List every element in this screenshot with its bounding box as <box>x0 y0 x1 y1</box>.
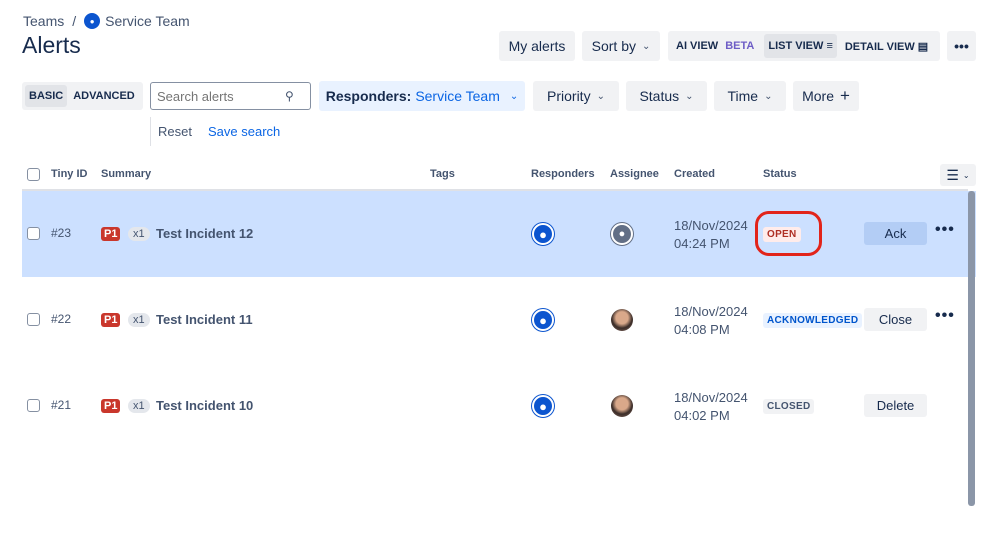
created-time: 04:24 PM <box>674 236 730 251</box>
header-status[interactable]: Status <box>763 168 797 180</box>
header-summary[interactable]: Summary <box>101 168 151 180</box>
header-tiny-id[interactable]: Tiny ID <box>51 168 87 180</box>
alert-title[interactable]: Test Incident 10 <box>156 398 253 413</box>
header-responders[interactable]: Responders <box>531 168 595 180</box>
chevron-down-icon: ⌄ <box>596 90 605 102</box>
tiny-id: #23 <box>51 226 72 240</box>
row-more-icon[interactable]: ••• <box>935 221 955 239</box>
assignee-avatar[interactable]: ● <box>611 223 633 245</box>
assignee-avatar[interactable] <box>611 309 633 331</box>
action-label: Close <box>878 312 913 327</box>
count-badge: x1 <box>128 227 150 241</box>
action-label: Ack <box>884 226 907 241</box>
my-alerts-label: My alerts <box>508 38 566 54</box>
responders-filter[interactable]: Responders: Service Team ⌄ <box>319 81 525 111</box>
scrollbar[interactable] <box>968 191 975 506</box>
basic-tab[interactable]: BASIC <box>25 85 68 107</box>
detail-view-tab[interactable]: DETAIL VIEW ▤ <box>845 40 928 53</box>
assignee-avatar[interactable] <box>611 395 633 417</box>
detail-view-label: DETAIL VIEW <box>844 40 915 53</box>
row-checkbox[interactable] <box>27 227 40 240</box>
ack-button[interactable]: Ack <box>864 222 927 245</box>
created-time: 04:08 PM <box>674 322 730 337</box>
ai-view-tab[interactable]: AI VIEW BETA <box>674 40 756 52</box>
my-alerts-button[interactable]: My alerts <box>499 31 575 61</box>
status-filter[interactable]: Status ⌄ <box>626 81 707 111</box>
search-icon: ⚲ <box>285 89 294 103</box>
column-settings-button[interactable]: ☰ ⌄ <box>940 164 976 186</box>
priority-badge: P1 <box>101 227 121 241</box>
breadcrumb-teams[interactable]: Teams <box>23 13 64 29</box>
search-input-wrapper: ⚲ <box>150 82 311 110</box>
advanced-tab[interactable]: ADVANCED <box>67 85 141 107</box>
beta-badge: BETA <box>725 40 755 52</box>
status-filter-label: Status <box>639 88 680 104</box>
table-row[interactable]: #23 P1 x1 Test Incident 12 ● ● 18/Nov/20… <box>22 191 976 277</box>
alert-title[interactable]: Test Incident 12 <box>156 226 253 241</box>
count-badge: x1 <box>128 399 150 413</box>
divider <box>150 117 151 146</box>
sort-by-label: Sort by <box>591 38 636 54</box>
chevron-down-icon: ⌄ <box>764 90 773 102</box>
time-filter-label: Time <box>727 88 759 104</box>
view-switcher: AI VIEW BETA LIST VIEW ≡ DETAIL VIEW ▤ <box>668 31 940 61</box>
created-date: 18/Nov/2024 <box>674 304 748 319</box>
more-actions-button[interactable]: ••• <box>947 31 976 61</box>
tiny-id: #21 <box>51 398 72 412</box>
responder-team-icon: ● <box>532 309 554 331</box>
chevron-down-icon: ⌄ <box>509 90 519 102</box>
close-button[interactable]: Close <box>864 308 927 331</box>
team-icon: ● <box>84 13 101 29</box>
table-row[interactable]: #21 P1 x1 Test Incident 10 ● 18/Nov/2024… <box>22 363 976 449</box>
status-lozenge: CLOSED <box>763 399 815 414</box>
more-dots-icon: ••• <box>954 38 969 54</box>
tiny-id: #22 <box>51 312 72 326</box>
priority-badge: P1 <box>101 399 121 413</box>
ai-view-label: AI VIEW <box>676 40 719 52</box>
sort-by-button[interactable]: Sort by ⌄ <box>582 31 660 61</box>
search-input[interactable] <box>157 88 285 104</box>
responder-team-icon: ● <box>532 395 554 417</box>
page-title: Alerts <box>22 32 81 58</box>
breadcrumb-service-team[interactable]: Service Team <box>105 13 190 29</box>
time-filter[interactable]: Time ⌄ <box>714 81 786 111</box>
created-date: 18/Nov/2024 <box>674 218 748 233</box>
list-view-tab[interactable]: LIST VIEW ≡ <box>764 34 837 58</box>
status-lozenge: ACKNOWLEDGED <box>763 313 863 328</box>
chevron-down-icon: ⌄ <box>641 40 651 52</box>
row-more-icon[interactable]: ••• <box>935 307 955 325</box>
list-icon: ≡ <box>826 40 833 52</box>
more-filters-label: More <box>802 88 834 104</box>
action-label: Delete <box>876 398 915 413</box>
responders-filter-label: Responders: <box>325 88 412 104</box>
priority-filter[interactable]: Priority ⌄ <box>533 81 619 111</box>
header-tags[interactable]: Tags <box>430 168 455 180</box>
chevron-down-icon: ⌄ <box>685 90 694 102</box>
responder-team-icon: ● <box>532 223 554 245</box>
priority-badge: P1 <box>101 313 121 327</box>
responders-filter-value: Service Team <box>415 88 500 104</box>
more-filters-button[interactable]: More + <box>793 81 859 111</box>
alert-title[interactable]: Test Incident 11 <box>156 312 253 327</box>
delete-button[interactable]: Delete <box>864 394 927 417</box>
plus-icon: + <box>839 86 850 105</box>
table-row[interactable]: #22 P1 x1 Test Incident 11 ● 18/Nov/2024… <box>22 277 976 363</box>
list-view-label: LIST VIEW <box>768 40 824 52</box>
created-date: 18/Nov/2024 <box>674 390 748 405</box>
priority-filter-label: Priority <box>547 88 591 104</box>
created-time: 04:02 PM <box>674 408 730 423</box>
header-assignee[interactable]: Assignee <box>610 168 659 180</box>
search-mode-toggle: BASIC ADVANCED <box>22 82 143 110</box>
header-created[interactable]: Created <box>674 168 715 180</box>
row-checkbox[interactable] <box>27 399 40 412</box>
select-all-checkbox[interactable] <box>27 168 40 181</box>
save-search-link[interactable]: Save search <box>208 124 280 139</box>
detail-view-icon: ▤ <box>917 40 929 53</box>
reset-button[interactable]: Reset <box>158 124 192 139</box>
breadcrumb: Teams / ● Service Team <box>23 13 190 29</box>
row-checkbox[interactable] <box>27 313 40 326</box>
count-badge: x1 <box>128 313 150 327</box>
breadcrumb-separator: / <box>72 13 77 29</box>
open-status-highlight <box>755 211 822 256</box>
